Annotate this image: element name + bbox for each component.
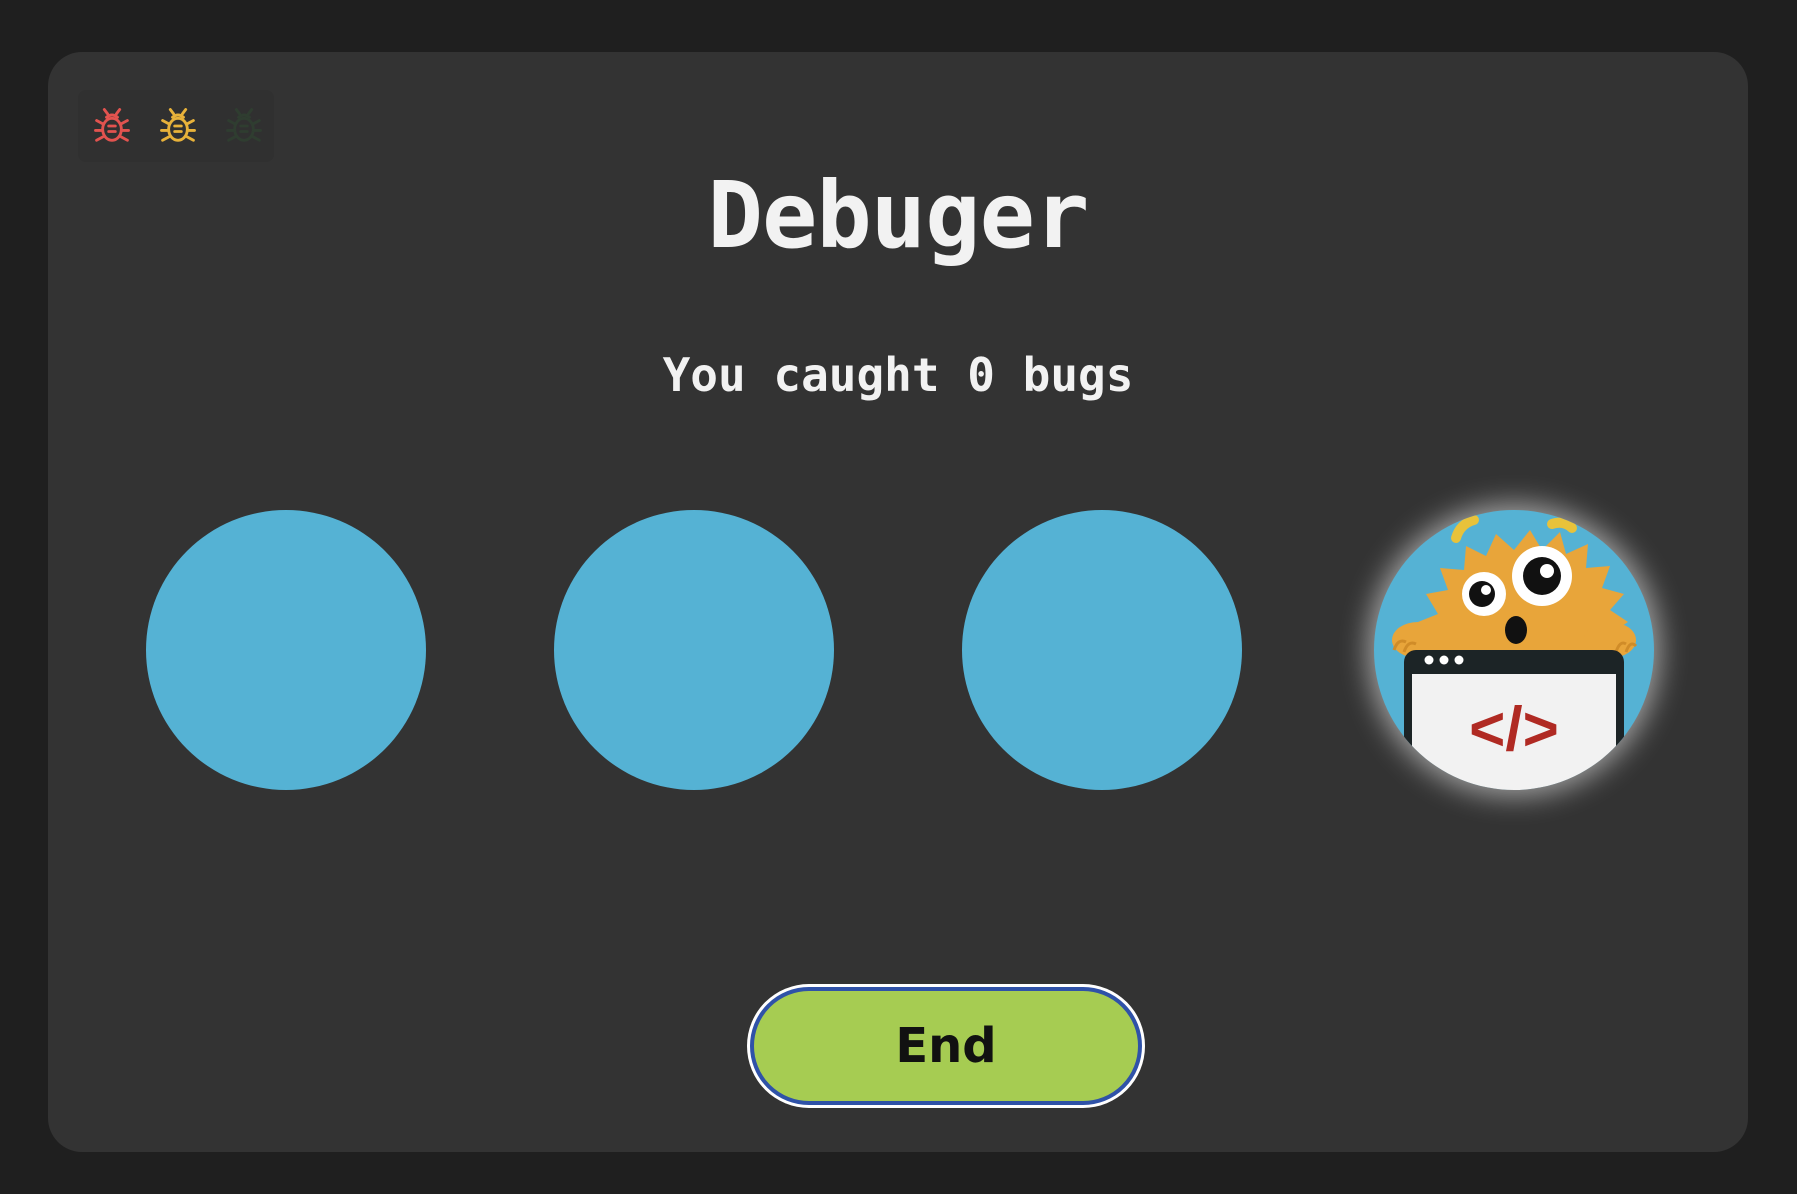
hole-row: </> [146,510,1654,790]
end-button[interactable]: End [750,987,1142,1105]
bug-monster-icon[interactable]: </> [1374,510,1654,790]
hole-4[interactable]: </> [1374,510,1654,790]
bug-icon [226,108,262,142]
bug-icon [94,108,130,142]
bug-icon [160,108,196,142]
score-text: You caught 0 bugs [662,348,1134,402]
hole-3[interactable] [962,510,1242,790]
lives-indicator [78,90,274,162]
game-title: Debuger [707,162,1090,269]
code-symbol: </> [1469,695,1559,764]
game-card: Debuger You caught 0 bugs </> End [48,52,1748,1152]
hole-1[interactable] [146,510,426,790]
hole-2[interactable] [554,510,834,790]
